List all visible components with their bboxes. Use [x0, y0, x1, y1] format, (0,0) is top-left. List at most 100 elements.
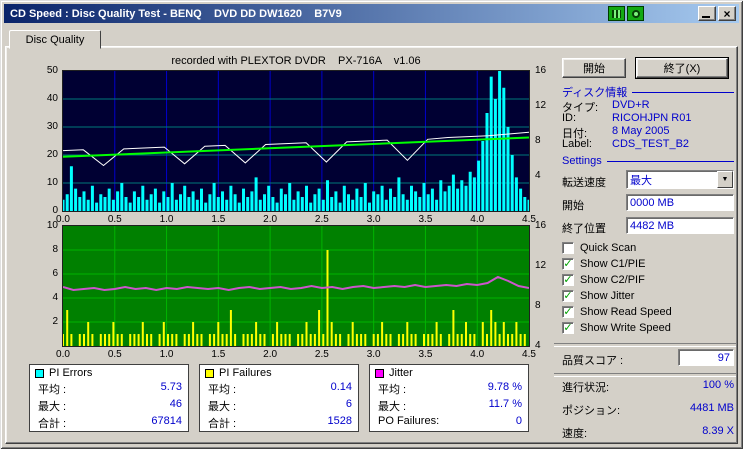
disc-info-label: ID:	[562, 112, 577, 124]
start-position-label: 開始	[562, 200, 584, 212]
checkbox-show-c1-pie[interactable]: ✓ Show C1/PIE	[562, 257, 645, 271]
checkbox-quick-scan[interactable]: Quick Scan	[562, 241, 636, 255]
progress-label: 進行状況:	[562, 382, 610, 394]
y-tick-label: 20	[46, 149, 58, 160]
checkbox-label: Show C1/PIE	[580, 258, 646, 270]
checkbox-show-write-speed[interactable]: ✓ Show Write Speed	[562, 321, 671, 335]
stats-value: 11.7 %	[488, 398, 522, 410]
x-tick-label: 4.5	[522, 349, 536, 360]
minimize-icon	[702, 16, 710, 18]
checkbox-box[interactable]: ✓	[562, 290, 574, 302]
stats-label: PO Failures:	[378, 415, 440, 427]
stats-label: 最大 :	[378, 401, 407, 413]
quality-score-field: 97	[678, 349, 734, 366]
tab-disc-quality[interactable]: Disc Quality	[9, 30, 101, 49]
chevron-down-icon[interactable]: ▼	[717, 171, 733, 188]
stats-box-pi-failures: PI Failures 平均 : 0.14 最大 : 6 合計 : 1528	[199, 364, 359, 432]
header-rule	[632, 91, 734, 93]
disc-info-value: DVD+R	[612, 99, 650, 111]
transfer-speed-select[interactable]: 最大 ▼	[626, 170, 734, 189]
checkbox-box[interactable]: ✓	[562, 306, 574, 318]
stats-row: 最大 : 11.7 %	[378, 398, 522, 413]
stats-box-jitter: Jitter 平均 : 9.78 % 最大 : 11.7 % PO Failures: 0	[369, 364, 529, 432]
progress-label: ポジション:	[562, 405, 621, 417]
transfer-speed-label: 転送速度	[562, 177, 606, 189]
checkbox-label: Show C2/PIF	[580, 274, 645, 286]
graph-icon[interactable]	[608, 6, 625, 21]
transfer-speed-value: 最大	[630, 175, 652, 187]
x-tick-label: 2.5	[314, 349, 329, 360]
pie-speed-chart	[62, 70, 530, 212]
stats-value: 0	[515, 415, 522, 427]
disc-icon[interactable]	[627, 6, 644, 21]
x-tick-label: 3.0	[366, 349, 381, 360]
stats-row: 平均 : 0.14	[208, 381, 352, 396]
checkbox-label: Show Read Speed	[580, 306, 672, 318]
x-tick-label: 3.5	[418, 349, 433, 360]
y-tick-label: 4	[535, 170, 541, 181]
checkbox-show-read-speed[interactable]: ✓ Show Read Speed	[562, 305, 672, 319]
y-tick-label: 8	[535, 300, 541, 311]
y-tick-label: 16	[535, 220, 547, 231]
disc-info-header-label: ディスク情報	[562, 87, 628, 99]
disc-info-row: ID: RICOHJPN R01	[562, 112, 738, 125]
y-tick-label: 16	[535, 65, 547, 76]
stats-row: 合計 : 67814	[38, 415, 182, 430]
close-button[interactable]: ×	[718, 6, 736, 21]
checkbox-label: Quick Scan	[580, 242, 637, 254]
stats-box-header: PI Errors	[35, 367, 92, 379]
y-tick-label: 12	[535, 260, 547, 271]
start-position-field[interactable]: 0000 MB	[626, 194, 734, 211]
x-tick-label: 4.0	[470, 214, 485, 225]
header-rule	[606, 160, 734, 162]
stats-value: 6	[345, 398, 352, 410]
minimize-button[interactable]	[698, 6, 716, 21]
x-tick-label: 0.5	[107, 349, 122, 360]
disc-info-row: 日付: 8 May 2005	[562, 125, 738, 140]
stats-value: 5.73	[160, 381, 182, 393]
disc-glyph-icon	[631, 9, 640, 18]
y-tick-label: 8	[535, 135, 541, 146]
checkbox-show-jitter[interactable]: ✓ Show Jitter	[562, 289, 634, 303]
exit-button[interactable]: 終了(X)	[636, 58, 728, 78]
start-button[interactable]: 開始	[562, 58, 626, 78]
tab-label: Disc Quality	[25, 33, 85, 46]
checkbox-box[interactable]: ✓	[562, 258, 574, 270]
titlebar[interactable]: CD Speed : Disc Quality Test - BENQ DVD …	[4, 4, 739, 23]
end-position-field[interactable]: 4482 MB	[626, 217, 734, 234]
pif-chart-left-axis: 10 8 6 4 2	[34, 220, 60, 346]
progress-value: 100 %	[702, 379, 734, 391]
y-tick-label: 12	[535, 100, 547, 111]
progress-row: 進行状況: 100 %	[562, 379, 734, 394]
pif-chart-right-axis: 16 12 8 4	[532, 220, 556, 351]
pif-jitter-chart	[62, 225, 530, 347]
stats-box-header: Jitter	[375, 367, 413, 379]
checkbox-box[interactable]: ✓	[562, 322, 574, 334]
stats-box-title: PI Errors	[49, 367, 93, 379]
disc-info-value: RICOHJPN R01	[612, 112, 692, 124]
stats-label: 平均 :	[208, 384, 237, 396]
disc-info-value: CDS_TEST_B2	[612, 138, 690, 150]
y-tick-label: 8	[52, 244, 58, 255]
separator	[554, 373, 736, 377]
stats-value: 1528	[327, 415, 352, 427]
x-tick-label: 0.5	[107, 214, 122, 225]
stats-value: 67814	[151, 415, 182, 427]
legend-color-icon	[205, 368, 214, 378]
x-tick-label: 3.5	[418, 214, 433, 225]
stats-box-title: PI Failures	[219, 367, 272, 379]
checkbox-box[interactable]	[562, 242, 574, 254]
pie-chart-left-axis: 50 40 30 20 10 0	[34, 65, 60, 216]
checkbox-show-c2-pif[interactable]: ✓ Show C2/PIF	[562, 273, 645, 287]
y-tick-label: 30	[46, 121, 58, 132]
checkbox-box[interactable]: ✓	[562, 274, 574, 286]
x-tick-label: 2.0	[263, 214, 278, 225]
progress-row: ポジション: 4481 MB	[562, 402, 734, 417]
stats-label: 最大 :	[38, 401, 67, 413]
x-tick-label: 0.0	[56, 349, 70, 360]
progress-row: 速度: 8.39 X	[562, 425, 734, 440]
stats-label: 平均 :	[38, 384, 67, 396]
stats-box-title: Jitter	[389, 367, 413, 379]
y-tick-label: 50	[46, 65, 58, 76]
y-tick-label: 10	[46, 220, 58, 231]
